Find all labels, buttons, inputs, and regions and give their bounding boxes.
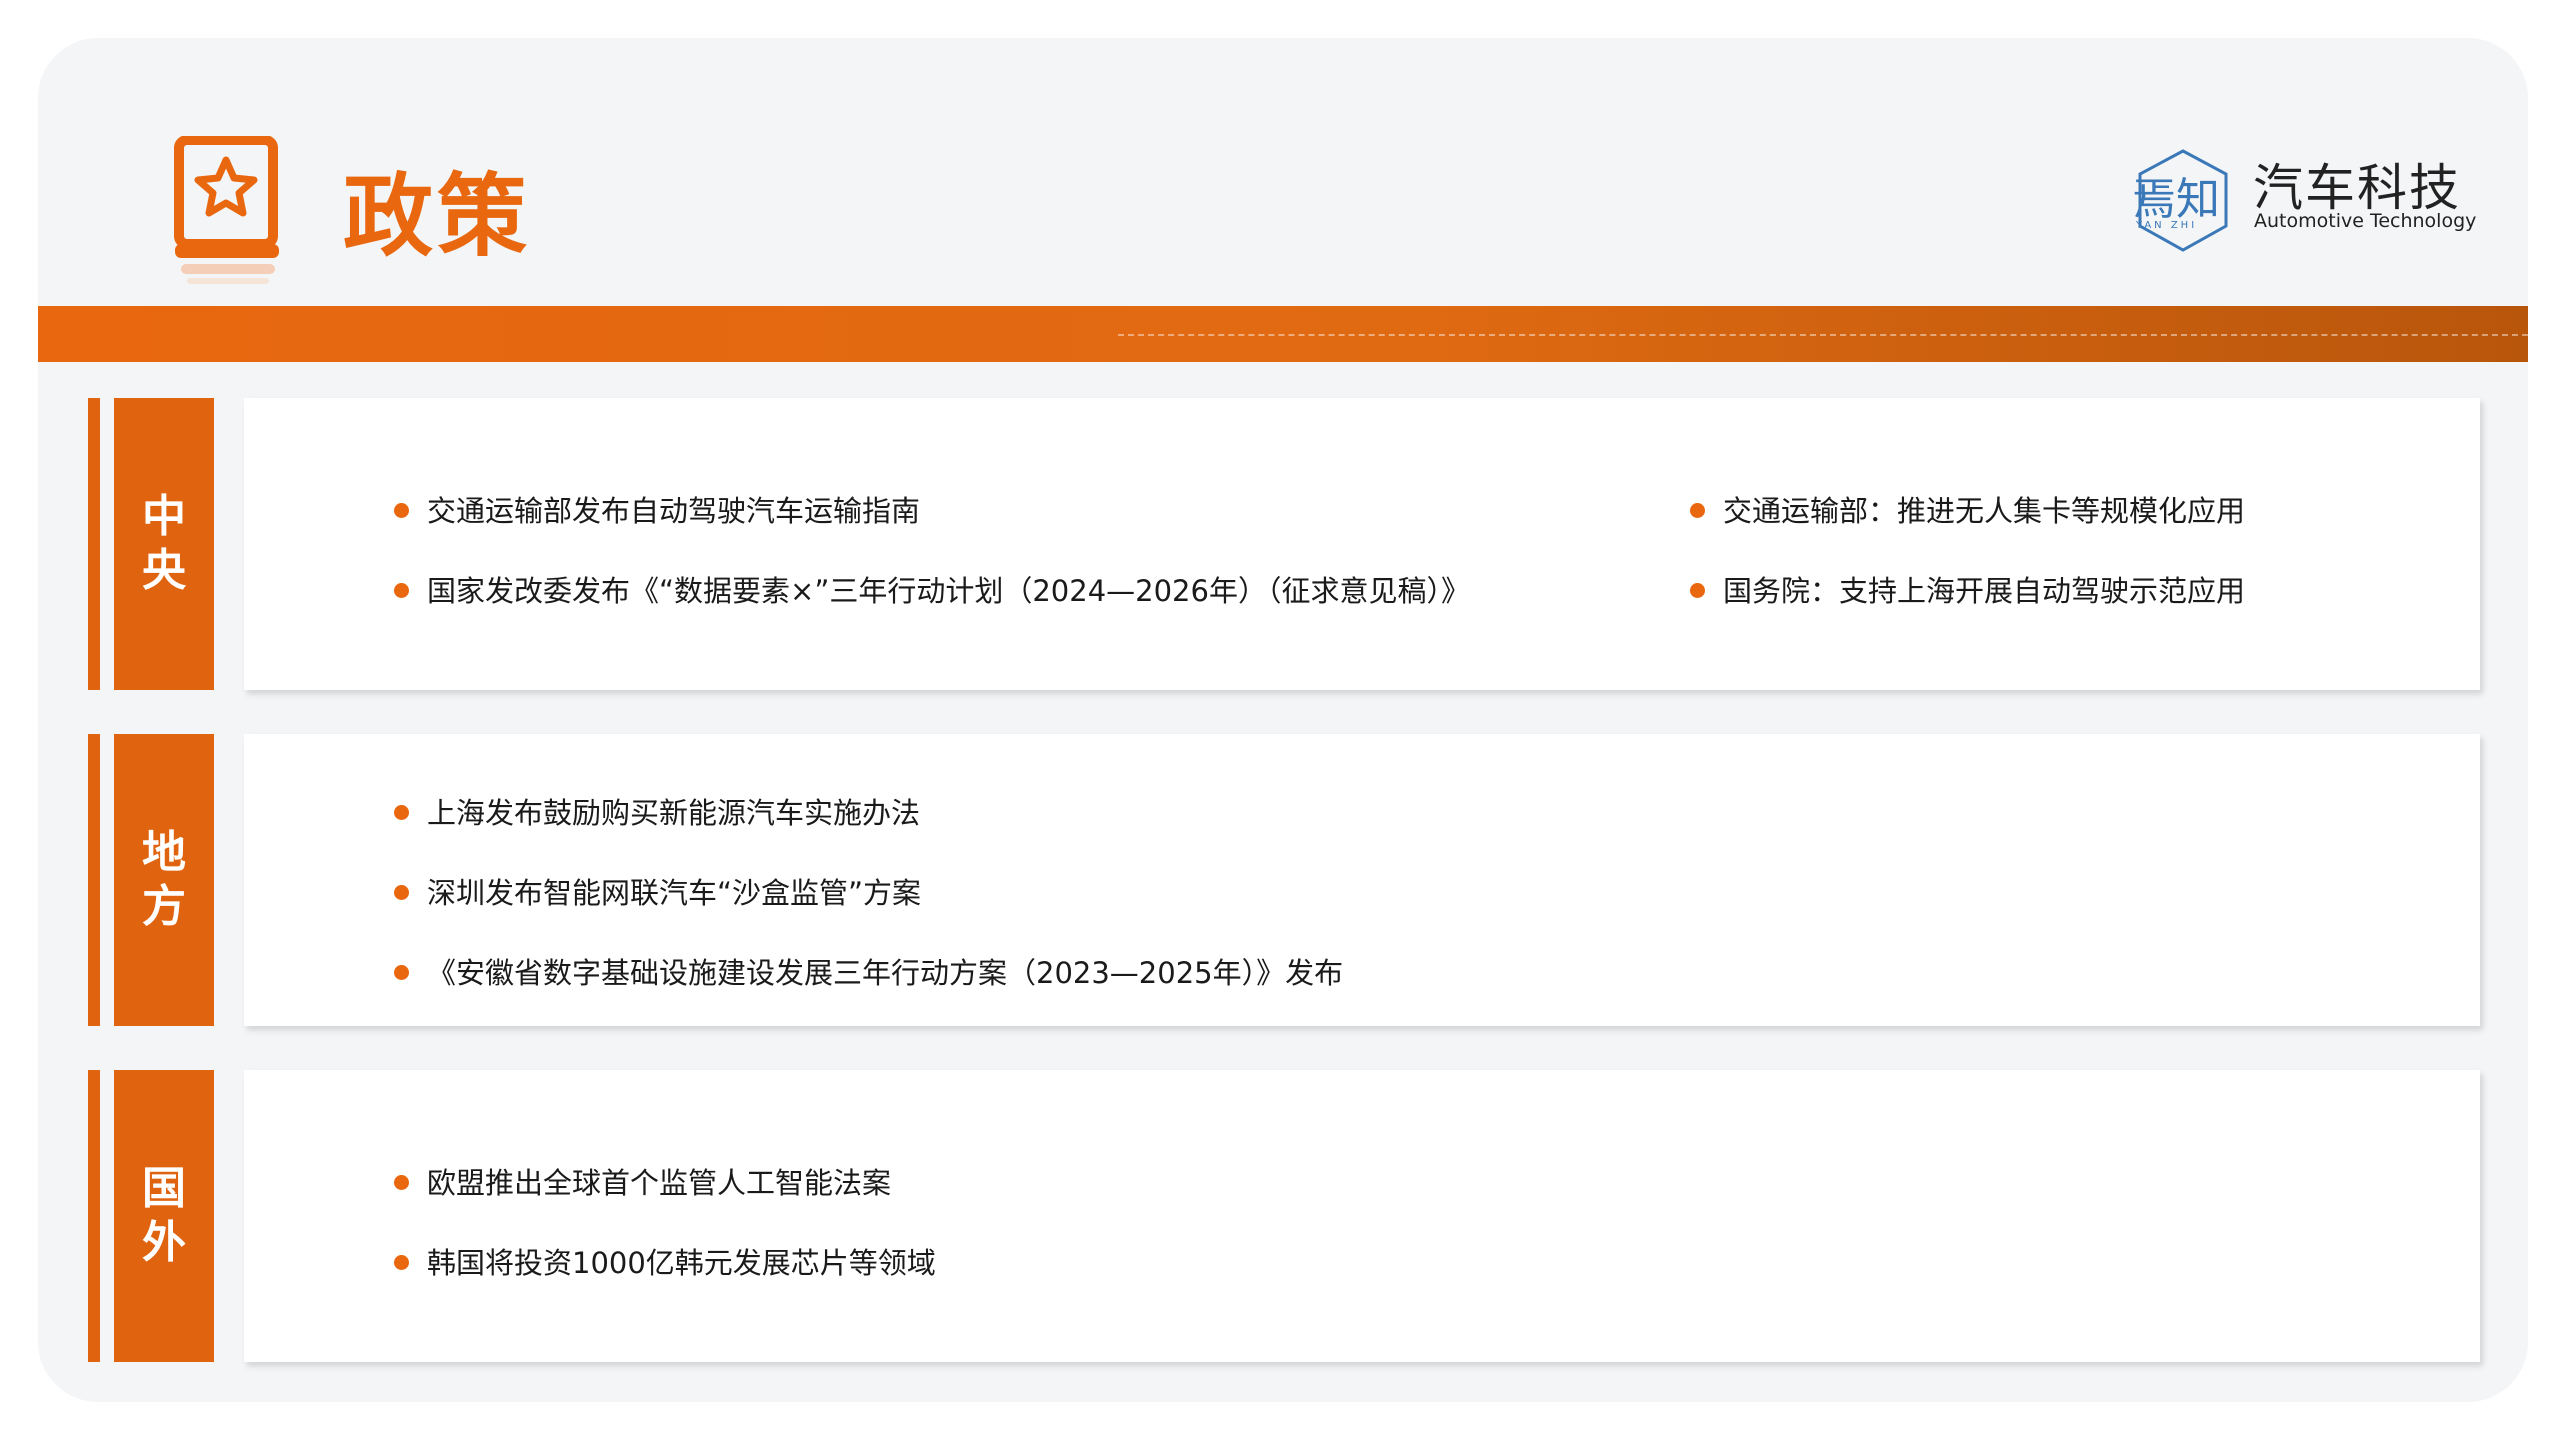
list-item: 上海发布鼓励购买新能源汽车实施办法 bbox=[394, 790, 920, 832]
section-card: 上海发布鼓励购买新能源汽车实施办法 深圳发布智能网联汽车“沙盒监管”方案 《安徽… bbox=[244, 734, 2480, 1026]
list-item: 深圳发布智能网联汽车“沙盒监管”方案 bbox=[394, 870, 921, 912]
section-card: 欧盟推出全球首个监管人工智能法案 韩国将投资1000亿韩元发展芯片等领域 bbox=[244, 1070, 2480, 1362]
section-label-text: 中央 bbox=[142, 491, 186, 596]
list-item-text: 欧盟推出全球首个监管人工智能法案 bbox=[427, 1166, 892, 1200]
list-item: 交通运输部发布自动驾驶汽车运输指南 bbox=[394, 488, 920, 530]
section-bar bbox=[88, 398, 100, 690]
section-local: 地方 上海发布鼓励购买新能源汽车实施办法 深圳发布智能网联汽车“沙盒监管”方案 … bbox=[38, 734, 2528, 1026]
logo-mark-sub: YAN ZHI bbox=[2135, 220, 2197, 231]
bullet-dot-icon bbox=[1690, 502, 1705, 518]
list-item-text: 深圳发布智能网联汽车“沙盒监管”方案 bbox=[427, 876, 922, 910]
section-label: 国外 bbox=[114, 1070, 214, 1362]
list-item: 交通运输部：推进无人集卡等规模化应用 bbox=[1690, 488, 2245, 530]
page-title: 政策 bbox=[343, 164, 531, 269]
slide: 政策 焉知 YAN ZHI 汽车科技 Automotive Technology… bbox=[38, 38, 2528, 1402]
section-label: 地方 bbox=[114, 734, 214, 1026]
star-book-icon bbox=[174, 136, 279, 284]
bullet-dot-icon bbox=[394, 1174, 409, 1190]
list-item: 《安徽省数字基础设施建设发展三年行动方案（2023—2025年）》发布 bbox=[394, 950, 1343, 992]
logo-name-en: Automotive Technology bbox=[2254, 210, 2477, 232]
bullet-dot-icon bbox=[394, 964, 409, 980]
list-item: 国家发改委发布《“数据要素×”三年行动计划（2024—2026年）（征求意见稿）… bbox=[394, 568, 1470, 610]
band-dashed-line bbox=[1118, 334, 2528, 336]
list-item-text: 国家发改委发布《“数据要素×”三年行动计划（2024—2026年）（征求意见稿）… bbox=[427, 574, 1470, 608]
bullet-dot-icon bbox=[394, 502, 409, 518]
list-item-text: 上海发布鼓励购买新能源汽车实施办法 bbox=[427, 796, 921, 830]
bullet-dot-icon bbox=[1690, 582, 1705, 598]
section-international: 国外 欧盟推出全球首个监管人工智能法案 韩国将投资1000亿韩元发展芯片等领域 bbox=[38, 1070, 2528, 1362]
list-item-text: 韩国将投资1000亿韩元发展芯片等领域 bbox=[427, 1246, 936, 1280]
section-label: 中央 bbox=[114, 398, 214, 690]
section-central: 中央 交通运输部发布自动驾驶汽车运输指南 国家发改委发布《“数据要素×”三年行动… bbox=[38, 398, 2528, 690]
section-bar bbox=[88, 734, 100, 1026]
section-label-text: 国外 bbox=[142, 1163, 186, 1268]
section-bar bbox=[88, 1070, 100, 1362]
section-card: 交通运输部发布自动驾驶汽车运输指南 国家发改委发布《“数据要素×”三年行动计划（… bbox=[244, 398, 2480, 690]
section-label-text: 地方 bbox=[142, 827, 186, 932]
list-item: 欧盟推出全球首个监管人工智能法案 bbox=[394, 1160, 891, 1202]
list-item: 韩国将投资1000亿韩元发展芯片等领域 bbox=[394, 1240, 936, 1282]
bullet-dot-icon bbox=[394, 884, 409, 900]
bullet-dot-icon bbox=[394, 582, 409, 598]
list-item: 国务院：支持上海开展自动驾驶示范应用 bbox=[1690, 568, 2245, 610]
list-item-text: 交通运输部发布自动驾驶汽车运输指南 bbox=[427, 494, 921, 528]
bullet-dot-icon bbox=[394, 1254, 409, 1270]
list-item-text: 交通运输部：推进无人集卡等规模化应用 bbox=[1723, 494, 2246, 528]
bullet-dot-icon bbox=[394, 804, 409, 820]
list-item-text: 《安徽省数字基础设施建设发展三年行动方案（2023—2025年）》发布 bbox=[427, 956, 1344, 990]
list-item-text: 国务院：支持上海开展自动驾驶示范应用 bbox=[1723, 574, 2246, 608]
logo-mark-text: 焉知 bbox=[2132, 174, 2220, 225]
